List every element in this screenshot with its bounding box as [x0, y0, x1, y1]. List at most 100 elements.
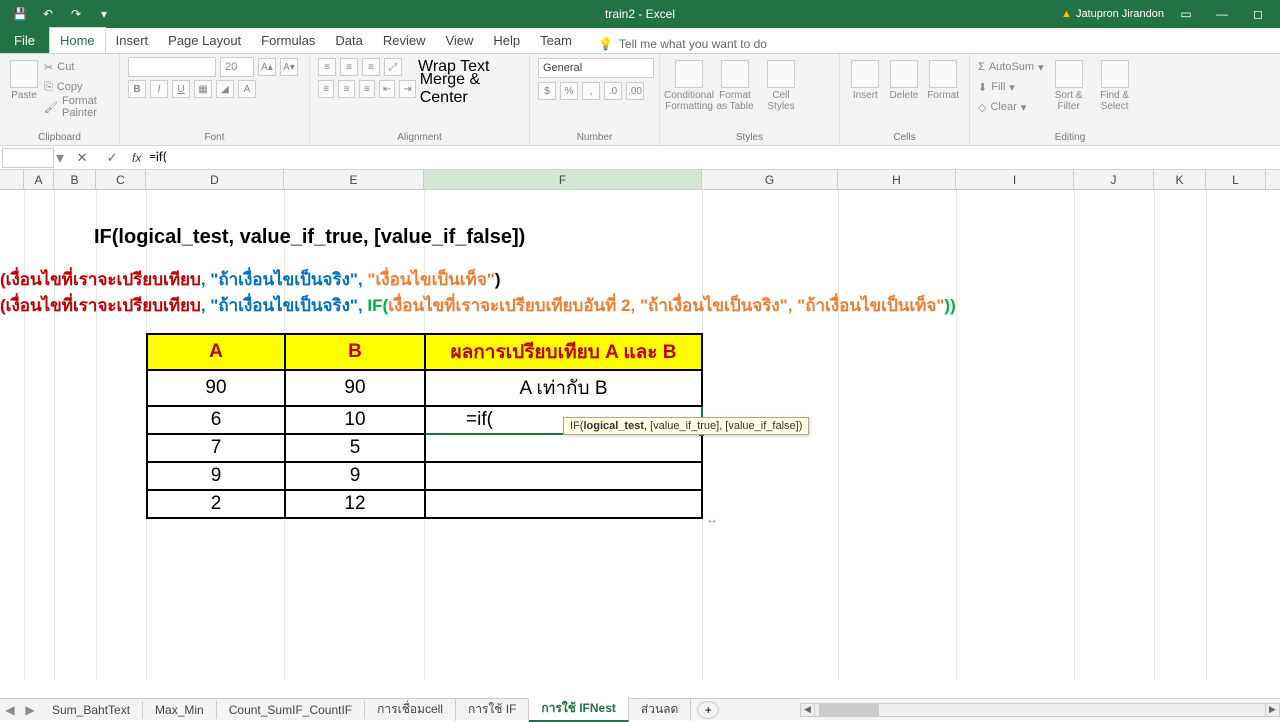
decrease-decimal-icon[interactable]: .00 — [626, 82, 644, 100]
sort-filter-button[interactable]: Sort & Filter — [1048, 58, 1090, 114]
namebox-dropdown-icon[interactable]: ▾ — [56, 148, 64, 168]
cell-b[interactable]: 10 — [285, 406, 425, 434]
cut-button[interactable]: ✂ Cut — [44, 58, 111, 76]
orientation-icon[interactable]: ⤢ — [384, 58, 402, 76]
format-cells-button[interactable]: Format — [925, 58, 961, 103]
delete-cells-button[interactable]: Delete — [887, 58, 922, 103]
cell-a[interactable]: 7 — [147, 434, 285, 462]
tab-file[interactable]: File — [0, 27, 49, 53]
align-right-icon[interactable]: ≡ — [359, 80, 375, 98]
merge-center-button[interactable]: Merge & Center — [420, 71, 521, 107]
cancel-formula-button[interactable]: ✕ — [70, 148, 94, 168]
redo-icon[interactable]: ↷ — [64, 4, 88, 24]
clear-button[interactable]: ◇ Clear ▾ — [978, 98, 1044, 116]
tab-help[interactable]: Help — [483, 27, 530, 53]
fill-color-button[interactable]: ◢ — [216, 80, 234, 98]
tab-team[interactable]: Team — [530, 27, 582, 53]
sheet-tab[interactable]: Sum_BahtText — [40, 701, 143, 719]
cell-b[interactable]: 90 — [285, 370, 425, 406]
minimize-icon[interactable]: — — [1208, 4, 1236, 24]
align-left-icon[interactable]: ≡ — [318, 80, 334, 98]
cell-a[interactable]: 90 — [147, 370, 285, 406]
border-button[interactable]: ▦ — [194, 80, 212, 98]
save-icon[interactable]: 💾 — [8, 4, 32, 24]
insert-cells-button[interactable]: Insert — [848, 58, 883, 103]
format-as-table-button[interactable]: Format as Table — [714, 58, 756, 114]
decrease-font-icon[interactable]: A▾ — [280, 58, 298, 76]
currency-icon[interactable]: $ — [538, 82, 556, 100]
col-header[interactable]: C — [96, 170, 146, 189]
tab-home[interactable]: Home — [49, 27, 106, 53]
find-select-button[interactable]: Find & Select — [1094, 58, 1136, 114]
cell-result[interactable] — [425, 434, 702, 462]
cell-result[interactable] — [425, 490, 702, 518]
cell-result[interactable]: A เท่ากับ B — [425, 370, 702, 406]
comma-icon[interactable]: , — [582, 82, 600, 100]
indent-dec-icon[interactable]: ⇤ — [379, 80, 395, 98]
col-header[interactable]: I — [956, 170, 1074, 189]
scroll-left-icon[interactable]: ◀ — [801, 704, 815, 716]
italic-button[interactable]: I — [150, 80, 168, 98]
cell-a[interactable]: 6 — [147, 406, 285, 434]
underline-button[interactable]: U — [172, 80, 190, 98]
bold-button[interactable]: B — [128, 80, 146, 98]
maximize-icon[interactable]: ◻ — [1244, 4, 1272, 24]
increase-decimal-icon[interactable]: .0 — [604, 82, 622, 100]
increase-font-icon[interactable]: A▴ — [258, 58, 276, 76]
font-family-select[interactable] — [128, 57, 216, 77]
sheet-nav-prev-icon[interactable]: ◀ — [0, 703, 20, 717]
sheet-tab[interactable]: Count_SumIF_CountIF — [217, 701, 365, 719]
tell-me-search[interactable]: 💡 Tell me what you want to do — [592, 35, 773, 53]
fx-icon[interactable]: fx — [132, 151, 141, 165]
tab-review[interactable]: Review — [373, 27, 436, 53]
name-box[interactable] — [2, 148, 54, 168]
qat-more-icon[interactable]: ▾ — [92, 4, 116, 24]
col-header[interactable]: K — [1154, 170, 1206, 189]
scroll-right-icon[interactable]: ▶ — [1265, 704, 1279, 716]
col-header[interactable]: F — [424, 170, 702, 189]
select-all-corner[interactable] — [0, 170, 24, 189]
cell-styles-button[interactable]: Cell Styles — [760, 58, 802, 114]
tab-view[interactable]: View — [435, 27, 483, 53]
align-top-icon[interactable]: ≡ — [318, 58, 336, 76]
indent-inc-icon[interactable]: ⇥ — [399, 80, 415, 98]
tab-data[interactable]: Data — [325, 27, 372, 53]
spreadsheet-grid[interactable]: IF(logical_test, value_if_true, [value_i… — [0, 190, 1280, 680]
user-badge[interactable]: ▲ Jatupron Jirandon — [1061, 8, 1164, 20]
align-bottom-icon[interactable]: ≡ — [362, 58, 380, 76]
cell-a[interactable]: 9 — [147, 462, 285, 490]
copy-button[interactable]: ⎘ Copy — [44, 78, 111, 96]
col-header[interactable]: A — [24, 170, 54, 189]
font-color-button[interactable]: A — [238, 80, 256, 98]
align-middle-icon[interactable]: ≡ — [340, 58, 358, 76]
new-sheet-button[interactable]: + — [697, 701, 719, 719]
tab-insert[interactable]: Insert — [106, 27, 159, 53]
cell-result[interactable] — [425, 462, 702, 490]
scrollbar-thumb[interactable] — [819, 704, 879, 716]
sheet-tab[interactable]: การเชื่อมcell — [365, 698, 456, 721]
col-header[interactable]: D — [146, 170, 284, 189]
col-header[interactable]: J — [1074, 170, 1154, 189]
cell-a[interactable]: 2 — [147, 490, 285, 518]
sheet-tab[interactable]: ส่วนลด — [629, 698, 691, 721]
col-header[interactable]: H — [838, 170, 956, 189]
fill-button[interactable]: ⬇ Fill ▾ — [978, 78, 1044, 96]
sheet-tab[interactable]: การใช้ IF — [456, 698, 529, 721]
sheet-tab-active[interactable]: การใช้ IFNest — [529, 697, 628, 722]
tab-formulas[interactable]: Formulas — [251, 27, 325, 53]
cell-b[interactable]: 9 — [285, 462, 425, 490]
undo-icon[interactable]: ↶ — [36, 4, 60, 24]
sheet-tab[interactable]: Max_Min — [143, 701, 217, 719]
formula-input[interactable] — [145, 148, 1280, 168]
format-painter-button[interactable]: 🖌 Format Painter — [44, 98, 111, 116]
font-size-select[interactable] — [220, 57, 254, 77]
cell-b[interactable]: 12 — [285, 490, 425, 518]
conditional-formatting-button[interactable]: Conditional Formatting — [668, 58, 710, 114]
col-header[interactable]: L — [1206, 170, 1266, 189]
align-center-icon[interactable]: ≡ — [338, 80, 354, 98]
col-header[interactable]: G — [702, 170, 838, 189]
function-tooltip[interactable]: IF(logical_test, [value_if_true], [value… — [563, 417, 809, 435]
tab-pagelayout[interactable]: Page Layout — [158, 27, 251, 53]
autosum-button[interactable]: Σ AutoSum ▾ — [978, 58, 1044, 76]
horizontal-scrollbar[interactable]: ◀ ▶ — [800, 703, 1280, 717]
